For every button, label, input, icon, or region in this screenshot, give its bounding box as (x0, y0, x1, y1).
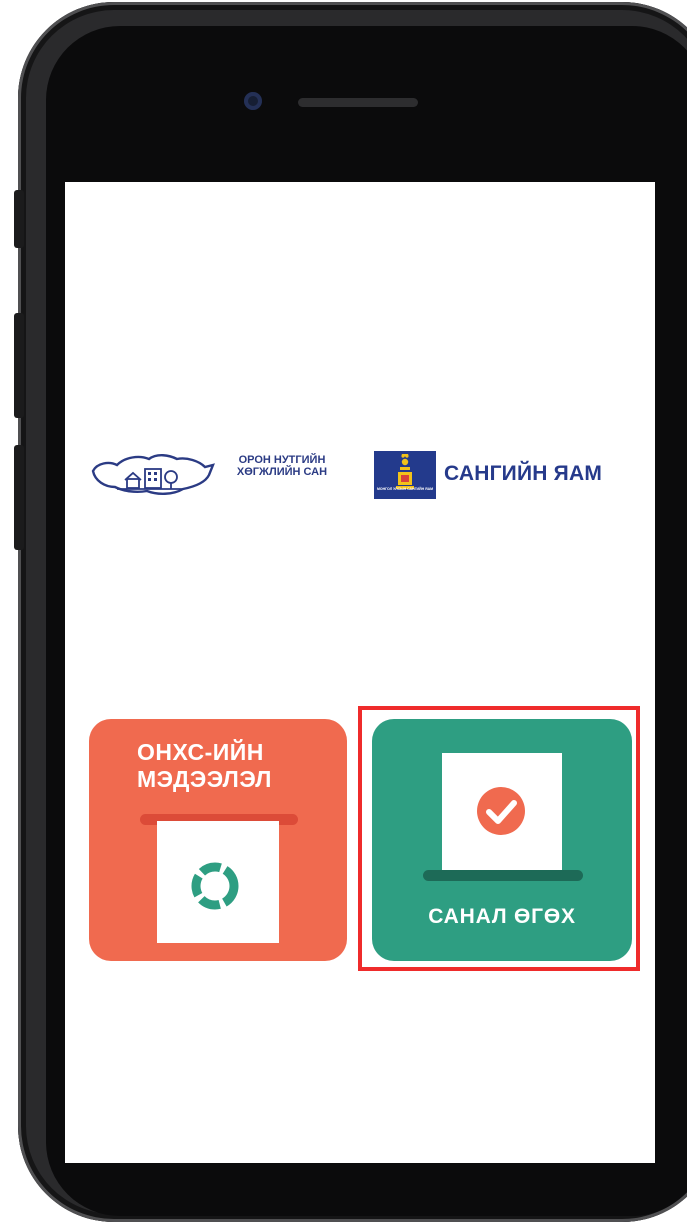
ministry-emblem-logo (374, 451, 436, 499)
volume-down-button (14, 445, 24, 550)
soyombo-icon (396, 454, 414, 489)
mute-switch (14, 190, 24, 248)
front-camera-icon (244, 92, 262, 110)
mongolia-map-logo-icon (91, 454, 215, 495)
earpiece-speaker (298, 98, 418, 107)
logo-bar: ОРОН НУТГИЙН ХӨГЖЛИЙН САН МОНГОЛ УЛСЫН С… (65, 445, 655, 505)
fund-name-text: ОРОН НУТГИЙН ХӨГЖЛИЙН САН (236, 454, 328, 478)
highlight-box (358, 706, 640, 971)
onxs-info-label: ОНХС-ИЙН МЭДЭЭЛЭЛ (137, 739, 272, 792)
onxs-info-button[interactable]: ОНХС-ИЙН МЭДЭЭЛЭЛ (89, 719, 347, 961)
emblem-caption: МОНГОЛ УЛСЫН САНГИЙН ЯАМ (376, 487, 434, 491)
app-screen: ОРОН НУТГИЙН ХӨГЖЛИЙН САН МОНГОЛ УЛСЫН С… (65, 182, 655, 1163)
ring-icon (191, 862, 239, 910)
ministry-name-text: САНГИЙН ЯАМ (444, 462, 603, 485)
volume-up-button (14, 313, 24, 418)
